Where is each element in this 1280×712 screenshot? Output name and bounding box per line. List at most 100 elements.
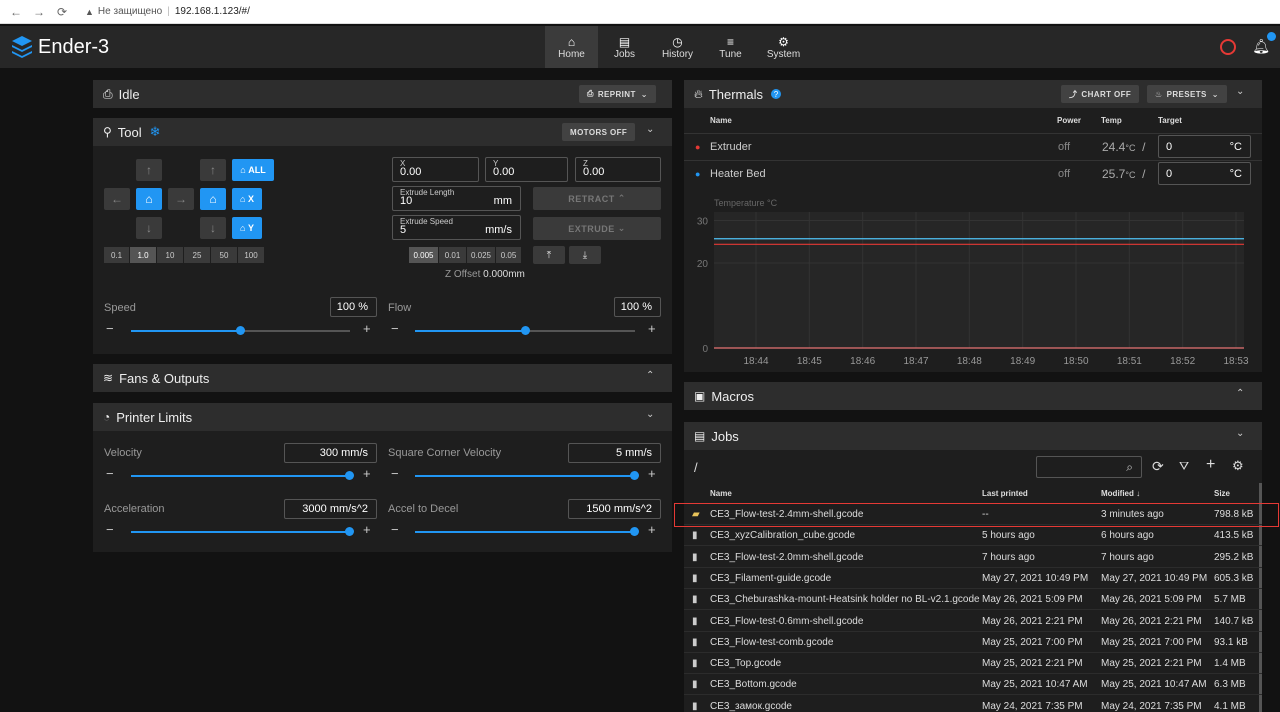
retract-button[interactable]: RETRACT ⌃ [533,187,661,210]
back-icon[interactable]: ← [9,5,23,19]
z-step-chip[interactable]: 0.01 [439,247,466,263]
file-row[interactable]: ▮ CE3_Flow-test-comb.gcode May 25, 2021 7:… [684,632,1262,653]
plus-icon[interactable]: + [363,466,371,481]
scv-slider-thumb[interactable] [630,471,639,480]
snowflake-icon[interactable]: ❄ [150,124,161,140]
extrude-speed-field[interactable]: Extrude Speed 5 mm/s [392,215,521,240]
acceleration-value-field[interactable]: 3000 mm/s^2 [284,499,377,519]
file-row[interactable]: ▮ CE3_xyzCalibration_cube.gcode 5 hours ag… [684,525,1262,547]
filter-icon[interactable]: ⛛ [1179,459,1189,474]
jog-y-plus-button[interactable]: ↑ [136,159,162,181]
macros-header[interactable]: ▣ Macros ⌃ [684,382,1262,410]
velocity-value-field[interactable]: 300 mm/s [284,443,377,463]
step-chip[interactable]: 100 [238,247,264,263]
refresh-icon[interactable]: ⟳ [1152,458,1164,475]
jog-y-minus-button[interactable]: ↓ [136,217,162,239]
decel-slider-thumb[interactable] [630,527,639,536]
step-chip[interactable]: 10 [157,247,183,263]
file-row[interactable]: ▮ CE3_замок.gcode May 24, 2021 7:35 PM May … [684,696,1262,712]
help-icon[interactable]: ? [771,89,781,99]
chevron-down-icon[interactable]: ⌄ [646,124,654,135]
home-all-button[interactable]: ⌂ ALL [232,159,274,181]
chevron-up-icon[interactable]: ⌃ [646,370,654,381]
emergency-stop-icon[interactable] [1220,38,1237,55]
speed-slider-thumb[interactable] [236,326,245,335]
nav-jobs[interactable]: ▤ Jobs [598,26,651,68]
jog-x-minus-button[interactable]: ← [104,188,130,210]
minus-icon[interactable]: − [391,466,399,481]
step-chip-selected[interactable]: 1.0 [130,247,156,263]
y-position-field[interactable]: Y 0.00 [485,157,568,182]
add-icon[interactable]: + [1206,456,1215,474]
jog-z-minus-button[interactable]: ↓ [200,217,226,239]
plus-icon[interactable]: + [648,321,656,336]
jog-x-plus-button[interactable]: → [168,188,194,210]
jog-z-plus-button[interactable]: ↑ [200,159,226,181]
forward-icon[interactable]: → [32,5,46,19]
column-header-last-printed[interactable]: Last printed [982,489,1028,498]
chevron-down-icon[interactable]: ⌄ [1236,428,1244,439]
chevron-down-icon[interactable]: ⌄ [646,409,654,420]
chevron-up-icon[interactable]: ⌃ [1236,388,1244,399]
target-field[interactable]: 0 °C [1158,162,1251,185]
reload-icon[interactable]: ⟳ [55,5,69,19]
z-step-chip-selected[interactable]: 0.005 [409,247,438,263]
warning-icon[interactable]: ▲ [85,7,94,17]
bell-icon[interactable]: 🔔︎ [1252,32,1276,55]
home-xy-button[interactable]: ⌂ [136,188,162,210]
minus-icon[interactable]: − [391,321,399,336]
step-chip[interactable]: 0.1 [104,247,129,263]
minus-icon[interactable]: − [106,522,114,537]
extrude-button[interactable]: EXTRUDE ⌄ [533,217,661,240]
column-header-modified[interactable]: Modified ↓ [1101,489,1140,498]
home-y-button[interactable]: ⌂ Y [232,217,262,239]
fans-header[interactable]: ≋ Fans & Outputs ⌃ [93,364,672,392]
step-chip[interactable]: 25 [184,247,210,263]
file-row[interactable]: ▮ CE3_Top.gcode May 25, 2021 2:21 PM May 25… [684,653,1262,675]
file-search-input[interactable]: ⌕ [1036,456,1142,478]
flow-value-field[interactable]: 100 % [614,297,661,317]
presets-button[interactable]: ♨ PRESETS ⌄ [1147,85,1227,103]
step-chip[interactable]: 50 [211,247,237,263]
plus-icon[interactable]: + [363,522,371,537]
column-header-name[interactable]: Name [710,489,732,498]
file-row[interactable]: ▮ CE3_Flow-test-2.0mm-shell.gcode 7 hours … [684,547,1262,568]
motors-off-button[interactable]: MOTORS OFF [562,123,636,141]
decel-value-field[interactable]: 1500 mm/s^2 [568,499,661,519]
acceleration-slider-thumb[interactable] [345,527,354,536]
plus-icon[interactable]: + [363,321,371,336]
z-step-chip[interactable]: 0.025 [467,247,495,263]
target-field[interactable]: 0 °C [1158,135,1251,158]
z-offset-up-button[interactable]: ⤒ [533,246,565,264]
nav-tune[interactable]: ≡ Tune [704,26,757,68]
address-bar[interactable]: 192.168.1.123/#/ [175,6,250,17]
chevron-down-icon[interactable]: ⌄ [1236,86,1244,97]
file-row[interactable]: ▮ CE3_Flow-test-0.6mm-shell.gcode May 26, … [684,611,1262,632]
nav-home[interactable]: ⌂ Home [545,26,598,68]
minus-icon[interactable]: − [106,466,114,481]
column-header-size[interactable]: Size [1214,489,1230,498]
home-z-button[interactable]: ⌂ [200,188,226,210]
limits-header[interactable]: ◔ Printer Limits ⌄ [93,403,672,431]
jobs-header[interactable]: ▤ Jobs ⌄ [684,422,1262,450]
settings-icon[interactable]: ⚙ [1232,458,1244,474]
plus-icon[interactable]: + [648,522,656,537]
file-row[interactable]: ▮ CE3_Bottom.gcode May 25, 2021 10:47 AM Ma… [684,674,1262,696]
z-position-field[interactable]: Z 0.00 [575,157,661,182]
z-offset-down-button[interactable]: ⤓ [569,246,601,264]
velocity-slider-thumb[interactable] [345,471,354,480]
brand[interactable]: Ender-3 [12,36,109,59]
plus-icon[interactable]: + [648,466,656,481]
security-status[interactable]: Не защищено [98,6,162,17]
nav-history[interactable]: ◷ History [651,26,704,68]
nav-system[interactable]: ⚙ System [757,26,810,68]
speed-value-field[interactable]: 100 % [330,297,377,317]
home-x-button[interactable]: ⌂ X [232,188,262,210]
z-step-chip[interactable]: 0.05 [496,247,521,263]
chart-off-button[interactable]: ⤴ CHART OFF [1061,85,1140,103]
x-position-field[interactable]: X 0.00 [392,157,479,182]
minus-icon[interactable]: − [391,522,399,537]
scv-value-field[interactable]: 5 mm/s [568,443,661,463]
file-row[interactable]: ▮ CE3_Filament-guide.gcode May 27, 2021 10… [684,568,1262,589]
file-row[interactable]: ▮ CE3_Cheburashka-mount-Heatsink holder n… [684,589,1262,611]
